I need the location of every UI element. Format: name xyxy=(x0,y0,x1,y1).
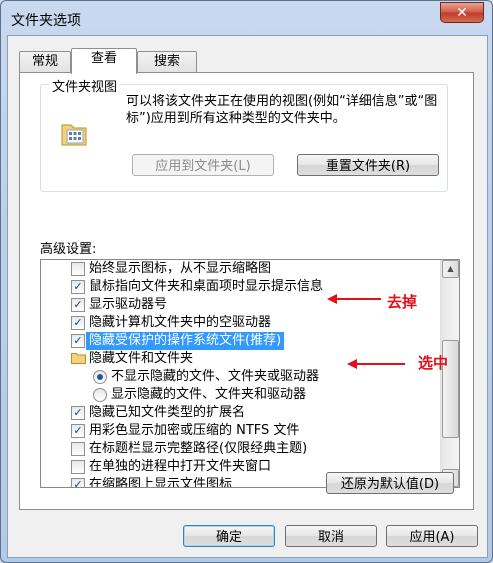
list-item[interactable]: ✓ 用彩色显示加密或压缩的 NTFS 文件 xyxy=(41,422,439,440)
title-bar[interactable]: 文件夹选项 ✕ xyxy=(1,1,492,35)
radio-button[interactable] xyxy=(93,388,107,402)
list-item-label: 始终显示图标，从不显示缩略图 xyxy=(89,261,272,276)
list-item-label: 显示隐藏的文件、文件夹和驱动器 xyxy=(111,387,307,402)
folder-view-description: 可以将该文件夹正在使用的视图(例如“详细信息”或“图标”)应用到所有这种类型的文… xyxy=(126,94,438,126)
list-item-label: 隐藏计算机文件夹中的空驱动器 xyxy=(89,315,272,330)
checkbox[interactable] xyxy=(71,460,85,474)
list-item-label: 显示驱动器号 xyxy=(89,297,168,312)
window-title: 文件夹选项 xyxy=(11,13,81,29)
restore-defaults-button[interactable]: 还原为默认值(D) xyxy=(326,472,454,494)
tab-general[interactable]: 常规 xyxy=(19,51,71,72)
close-icon: ✕ xyxy=(456,4,468,21)
remove-arrow-icon xyxy=(327,294,381,304)
advanced-settings-label: 高级设置: xyxy=(40,242,97,257)
list-item[interactable]: 在标题栏显示完整路径(仅限经典主题) xyxy=(41,440,439,458)
reset-folders-button[interactable]: 重置文件夹(R) xyxy=(297,154,439,176)
checkbox[interactable]: ✓ xyxy=(71,334,85,348)
list-item-label: 隐藏文件和文件夹 xyxy=(89,351,194,366)
select-arrow-icon xyxy=(347,359,405,369)
folder-icon xyxy=(71,353,86,364)
folder-view-title: 文件夹视图 xyxy=(49,76,121,95)
annotation-remove: 去掉 xyxy=(387,293,418,311)
list-item-label: 隐藏受保护的操作系统文件(推荐) xyxy=(86,332,285,350)
list-item-label: 在单独的进程中打开文件夹窗口 xyxy=(89,459,272,474)
checkbox[interactable]: ✓ xyxy=(71,406,85,420)
list-item[interactable]: 始终显示图标，从不显示缩略图 xyxy=(41,260,439,278)
checkbox[interactable]: ✓ xyxy=(71,424,85,438)
list-item[interactable]: ✓ 隐藏计算机文件夹中的空驱动器 xyxy=(41,314,439,332)
vertical-scrollbar[interactable]: ▲ ▼ xyxy=(440,260,459,487)
tab-view[interactable]: 查看 xyxy=(71,48,137,74)
list-item-selected[interactable]: ✓ 隐藏受保护的操作系统文件(推荐) xyxy=(41,332,439,350)
list-item[interactable]: 显示隐藏的文件、文件夹和驱动器 xyxy=(41,386,439,404)
list-item-label: 不显示隐藏的文件、文件夹或驱动器 xyxy=(111,369,320,384)
radio-button[interactable] xyxy=(93,370,107,384)
cancel-button[interactable]: 取消 xyxy=(285,525,377,547)
list-item[interactable]: ✓ 隐藏已知文件类型的扩展名 xyxy=(41,404,439,422)
scroll-up-arrow-icon[interactable]: ▲ xyxy=(442,260,459,278)
list-item-label: 用彩色显示加密或压缩的 NTFS 文件 xyxy=(89,423,300,438)
tab-search[interactable]: 搜索 xyxy=(137,51,197,72)
checkbox[interactable]: ✓ xyxy=(71,298,85,312)
apply-to-folders-button[interactable]: 应用到文件夹(L) xyxy=(132,154,274,176)
apply-button[interactable]: 应用(A) xyxy=(386,525,478,547)
list-item-label: 隐藏已知文件类型的扩展名 xyxy=(89,405,246,420)
folder-options-window: 文件夹选项 ✕ 常规 查看 搜索 文件夹视图 可以将该文件夹正在使用的视图(例如… xyxy=(0,0,493,563)
ok-button[interactable]: 确定 xyxy=(183,525,275,547)
annotation-select: 选中 xyxy=(418,354,449,372)
folder-view-group: 文件夹视图 可以将该文件夹正在使用的视图(例如“详细信息”或“图标”)应用到所有… xyxy=(40,76,448,192)
checkbox[interactable]: ✓ xyxy=(71,316,85,330)
list-item-label: 在缩略图上显示文件图标 xyxy=(89,477,233,487)
close-button[interactable]: ✕ xyxy=(440,2,484,23)
folder-view-icon xyxy=(61,124,87,146)
list-item-label: 在标题栏显示完整路径(仅限经典主题) xyxy=(89,441,308,456)
checkbox[interactable]: ✓ xyxy=(71,280,85,294)
list-item-label: 鼠标指向文件夹和桌面项时显示提示信息 xyxy=(89,279,324,294)
checkbox[interactable] xyxy=(71,442,85,456)
checkbox[interactable]: ✓ xyxy=(71,478,85,487)
checkbox[interactable] xyxy=(71,262,85,276)
